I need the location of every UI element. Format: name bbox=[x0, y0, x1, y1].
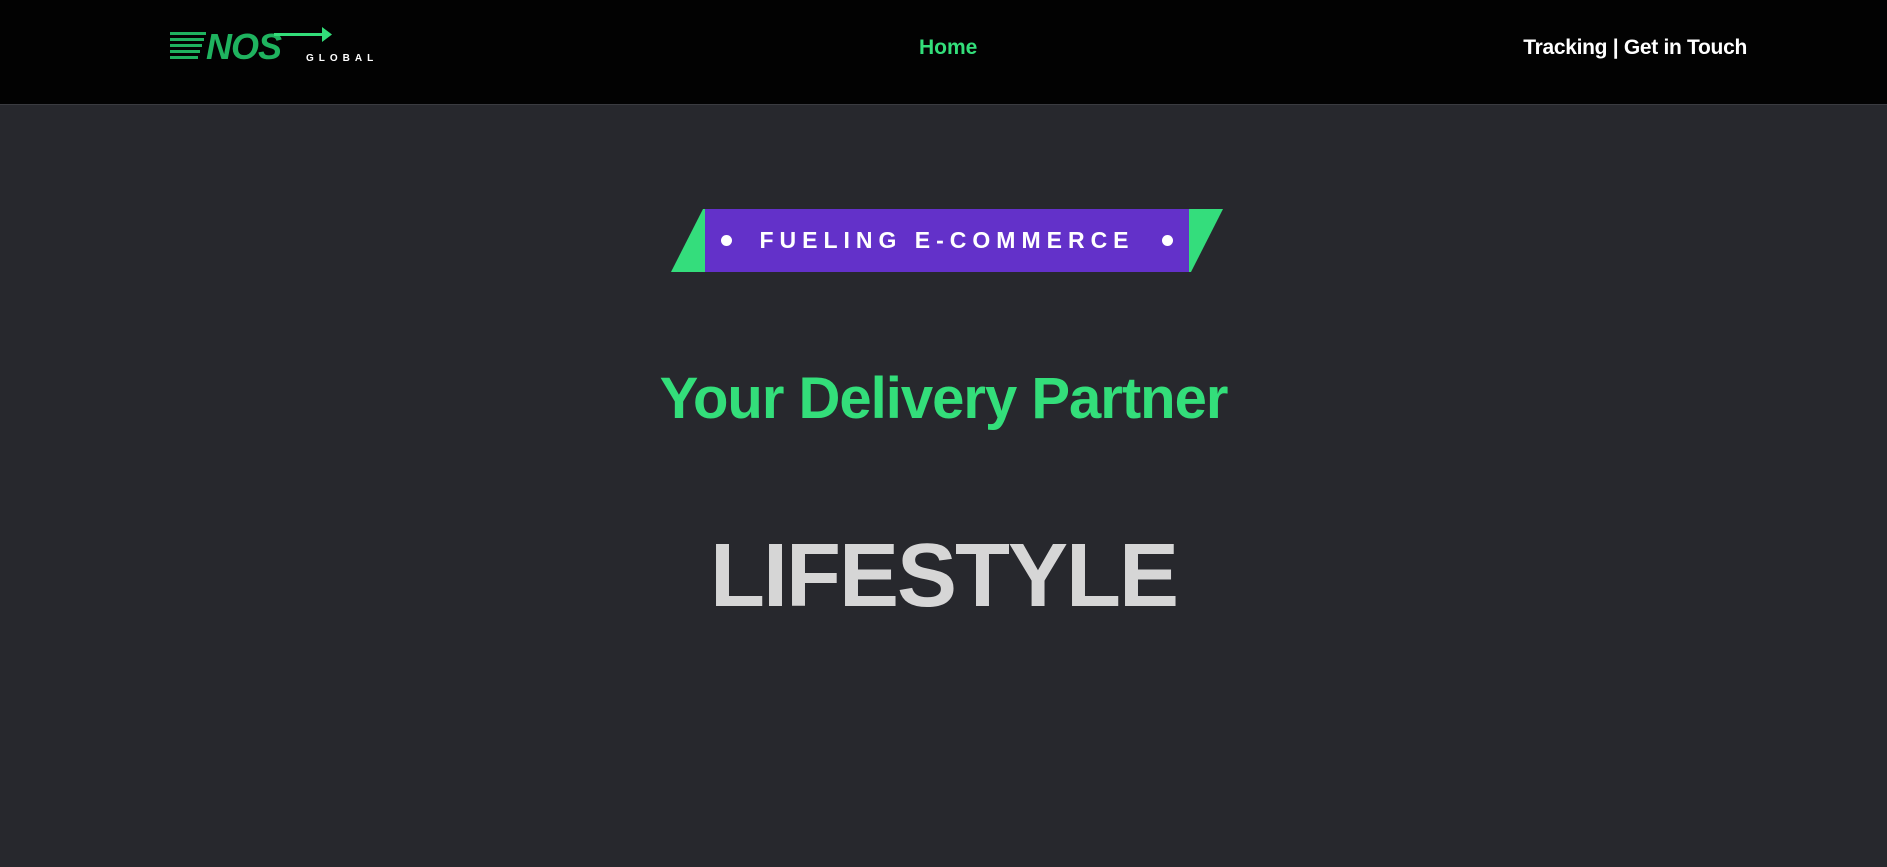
nav-tracking-contact-link[interactable]: Tracking | Get in Touch bbox=[1523, 36, 1747, 60]
logo-sub-text: GLOBAL bbox=[306, 53, 378, 64]
nav-home-link[interactable]: Home bbox=[919, 36, 977, 60]
badge-dot-right-icon bbox=[1162, 235, 1173, 246]
site-header: NOS GLOBAL Home Tracking | Get in Touch bbox=[0, 0, 1887, 105]
hero-badge: FUELING E-COMMERCE bbox=[671, 209, 1223, 272]
badge-left-accent bbox=[671, 209, 703, 272]
badge-label: FUELING E-COMMERCE bbox=[759, 227, 1135, 253]
nos-global-logo: NOS GLOBAL bbox=[170, 26, 378, 64]
badge-right-accent bbox=[1191, 209, 1223, 272]
logo-brand-text: NOS bbox=[206, 26, 282, 64]
badge-body: FUELING E-COMMERCE bbox=[705, 209, 1189, 272]
logo-link[interactable]: NOS GLOBAL bbox=[170, 26, 392, 64]
hero-rotating-word: LIFESTYLE bbox=[709, 526, 1179, 626]
hero-subtitle: Your Delivery Partner bbox=[659, 366, 1229, 431]
hero-section: FUELING E-COMMERCE Your Delivery Partner… bbox=[0, 105, 1887, 867]
